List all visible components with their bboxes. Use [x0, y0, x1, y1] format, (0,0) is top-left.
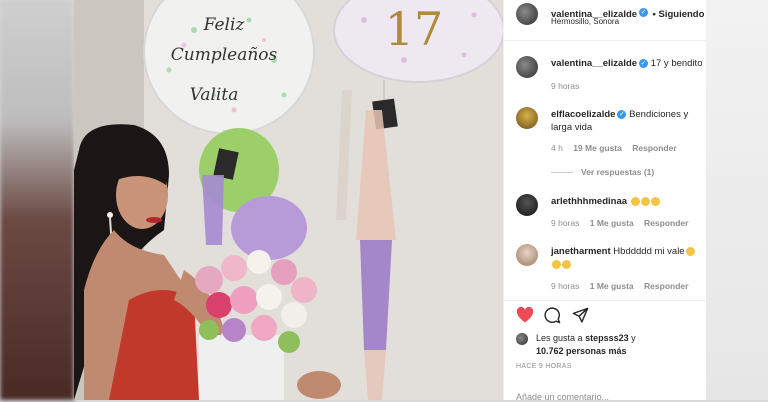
comment-time[interactable]: 9 horas	[551, 218, 579, 228]
reply-button[interactable]: Responder	[632, 143, 676, 153]
comment-time[interactable]: 4 h	[551, 143, 563, 153]
comment-username[interactable]: arlethhhmedinaa	[551, 196, 627, 207]
post-side-panel: valentina__elizalde ✓ • Siguiendo Hermosi…	[503, 0, 706, 402]
heart-icon[interactable]	[516, 306, 534, 328]
post-date[interactable]: HACE 9 HORAS	[516, 363, 572, 370]
balloon-text-line2: Cumpleaños	[171, 45, 278, 65]
caption-time[interactable]: 9 horas	[551, 81, 579, 91]
comment-text: Bendiciones y	[629, 109, 689, 120]
post-header: valentina__elizalde ✓ • Siguiendo Hermosi…	[504, 0, 706, 41]
liker-avatar[interactable]	[516, 333, 528, 345]
background-right	[705, 0, 768, 400]
caption-avatar[interactable]	[516, 56, 538, 78]
balloon-number: 17	[385, 2, 444, 56]
liker-username[interactable]: stepsss23	[585, 333, 629, 343]
reply-button[interactable]: Responder	[644, 218, 688, 228]
comment-text-line2: larga vida	[551, 122, 593, 133]
caption-username[interactable]: valentina__elizalde	[551, 58, 637, 69]
background-blur-left	[0, 0, 74, 400]
verified-icon: ✓	[639, 58, 649, 68]
likes-count[interactable]: 10.762 personas más	[536, 346, 627, 356]
comment-username[interactable]: janetharment	[551, 246, 611, 257]
verified-icon: ✓	[617, 109, 627, 119]
view-replies-button[interactable]: Ver respuestas (1)	[581, 167, 654, 177]
caption-text: 17 y bendito	[650, 58, 703, 69]
comment-text: Hbddddd mi vale	[613, 246, 685, 257]
emoji-icon	[640, 196, 650, 206]
emoji-icon	[685, 246, 695, 256]
post-photo[interactable]: Feliz Cumpleaños Valita 17	[74, 0, 503, 400]
comment-likes[interactable]: 19 Me gusta	[573, 143, 622, 153]
comment-avatar[interactable]	[516, 107, 538, 129]
comment-username[interactable]: elflacoelizalde	[551, 109, 615, 120]
balloon-text-line1: Feliz	[203, 15, 246, 35]
avatar[interactable]	[516, 3, 538, 25]
comment-avatar[interactable]	[516, 194, 538, 216]
emoji-icon	[552, 259, 561, 269]
emoji-icon	[630, 196, 640, 206]
comment-likes[interactable]: 1 Me gusta	[590, 281, 634, 291]
comment-avatar[interactable]	[516, 244, 538, 266]
likes-prefix: Les gusta a	[536, 333, 583, 343]
likes-suffix: y	[631, 333, 636, 343]
add-comment-input[interactable]: Añade un comentario...	[516, 392, 609, 402]
post-location[interactable]: Hermosillo, Sonora	[551, 17, 619, 26]
post-actions: Les gusta a stepsss23 y 10.762 personas …	[504, 300, 706, 401]
comment-time[interactable]: 9 horas	[551, 281, 579, 291]
reply-button[interactable]: Responder	[644, 281, 688, 291]
comment-icon[interactable]	[544, 307, 561, 329]
comment-likes[interactable]: 1 Me gusta	[590, 218, 634, 228]
photo-illustration: Feliz Cumpleaños Valita 17	[74, 0, 503, 400]
share-icon[interactable]	[572, 307, 589, 329]
following-button[interactable]: • Siguiendo	[653, 9, 705, 20]
verified-icon: ✓	[639, 8, 649, 18]
balloon-text-line3: Valita	[190, 85, 239, 105]
emoji-icon	[562, 259, 571, 269]
emoji-icon	[650, 196, 660, 206]
